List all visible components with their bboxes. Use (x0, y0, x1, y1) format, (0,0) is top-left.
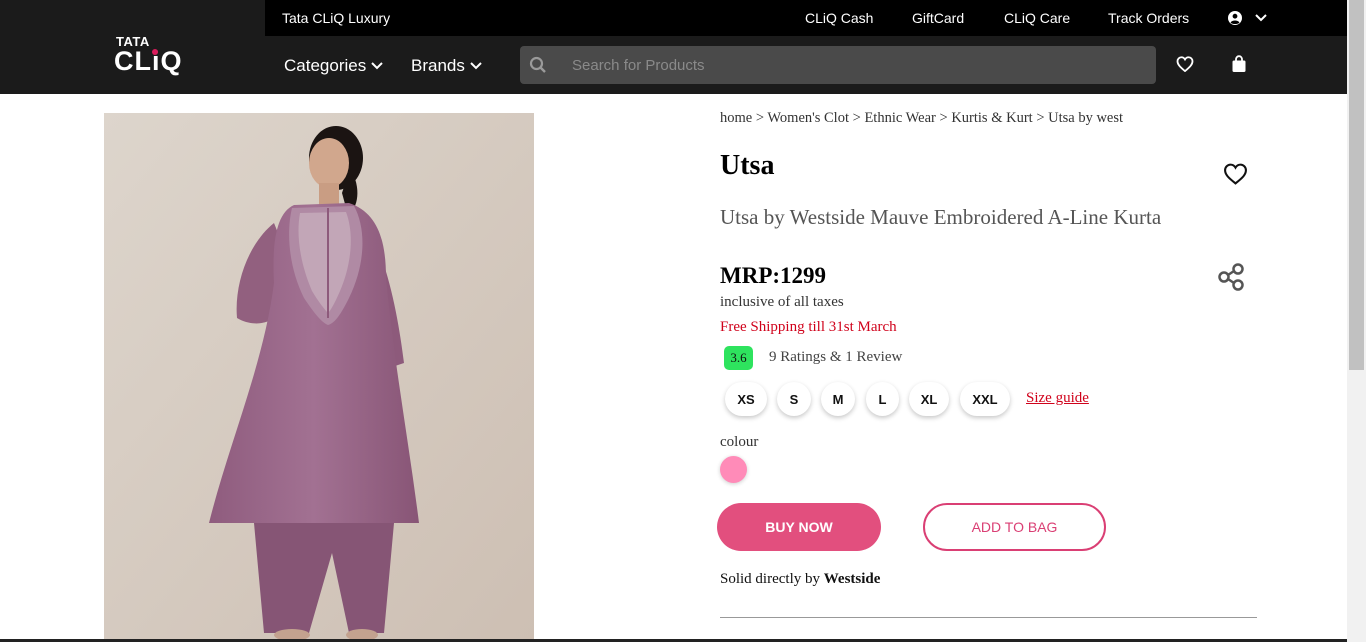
shipping-offer: Free Shipping till 31st March (720, 319, 897, 335)
breadcrumb: home > Women's Clot > Ethnic Wear > Kurt… (720, 110, 1123, 127)
size-option-xxl[interactable]: XXL (960, 382, 1010, 416)
brands-menu[interactable]: Brands (411, 56, 482, 76)
breadcrumb-separator: > (849, 110, 865, 126)
share-icon[interactable] (1217, 263, 1245, 291)
breadcrumb-separator: > (1032, 110, 1049, 126)
product-price: MRP:1299 (720, 263, 827, 288)
breadcrumb-separator: > (935, 110, 952, 126)
chevron-down-icon (371, 62, 383, 70)
top-strip: Tata CLiQ Luxury CLiQ Cash GiftCard CLiQ… (265, 0, 1347, 36)
seller-prefix: Solid directly by (720, 571, 820, 587)
account-icon (1228, 11, 1242, 25)
categories-label: Categories (284, 56, 367, 75)
search-icon[interactable] (529, 56, 547, 74)
logo-bottom-text: CLiQ (114, 46, 183, 76)
add-to-bag-button[interactable]: ADD TO BAG (923, 503, 1106, 551)
section-divider (720, 617, 1257, 618)
breadcrumb-separator: > (752, 110, 768, 126)
size-option-m[interactable]: M (821, 382, 855, 416)
cliq-care-link[interactable]: CLiQ Care (1004, 10, 1070, 26)
size-option-xs[interactable]: XS (725, 382, 767, 416)
site-header: Tata CLiQ Luxury CLiQ Cash GiftCard CLiQ… (0, 0, 1347, 94)
shopping-bag-icon[interactable] (1231, 55, 1247, 73)
tata-cliq-logo[interactable]: TATA CLiQ (114, 34, 184, 76)
ratings-reviews-link[interactable]: 9 Ratings & 1 Review (769, 349, 902, 366)
seller-name[interactable]: Westside (824, 571, 881, 587)
cliq-cash-link[interactable]: CLiQ Cash (805, 10, 873, 26)
rating-badge: 3.6 (724, 346, 753, 370)
chevron-down-icon (1255, 14, 1267, 22)
product-brand[interactable]: Utsa (720, 150, 774, 182)
size-option-l[interactable]: L (866, 382, 899, 416)
model-photo (104, 113, 534, 642)
breadcrumb-kurtis[interactable]: Kurtis & Kurt (951, 110, 1032, 126)
giftcard-link[interactable]: GiftCard (912, 10, 964, 26)
add-to-wishlist-heart-icon[interactable] (1223, 163, 1248, 185)
luxury-link[interactable]: Tata CLiQ Luxury (282, 10, 390, 26)
colour-swatch-pink[interactable] (720, 456, 747, 483)
chevron-down-icon (470, 62, 482, 70)
buy-now-button[interactable]: BUY NOW (717, 503, 881, 551)
categories-menu[interactable]: Categories (284, 56, 383, 76)
breadcrumb-current: Utsa by west (1048, 110, 1124, 126)
size-guide-link[interactable]: Size guide (1026, 390, 1089, 407)
breadcrumb-womens-clothing[interactable]: Women's Clot (767, 110, 849, 126)
wishlist-heart-icon[interactable] (1176, 56, 1194, 72)
seller-info: Solid directly by Westside (720, 571, 880, 588)
brands-label: Brands (411, 56, 465, 75)
breadcrumb-ethnic-wear[interactable]: Ethnic Wear (864, 110, 935, 126)
logo-dot (152, 49, 158, 55)
product-image[interactable] (104, 113, 534, 642)
track-orders-link[interactable]: Track Orders (1108, 10, 1189, 26)
tax-note: inclusive of all taxes (720, 294, 844, 310)
page-scrollbar[interactable] (1347, 0, 1366, 642)
search-bar (520, 46, 1156, 84)
scrollbar-thumb[interactable] (1349, 0, 1364, 370)
product-title: Utsa by Westside Mauve Embroidered A-Lin… (720, 205, 1162, 229)
search-input[interactable] (572, 46, 1132, 84)
colour-label: colour (720, 434, 759, 450)
account-menu[interactable] (1227, 9, 1267, 27)
size-option-xl[interactable]: XL (909, 382, 949, 416)
size-option-s[interactable]: S (777, 382, 811, 416)
breadcrumb-home[interactable]: home (720, 110, 752, 126)
